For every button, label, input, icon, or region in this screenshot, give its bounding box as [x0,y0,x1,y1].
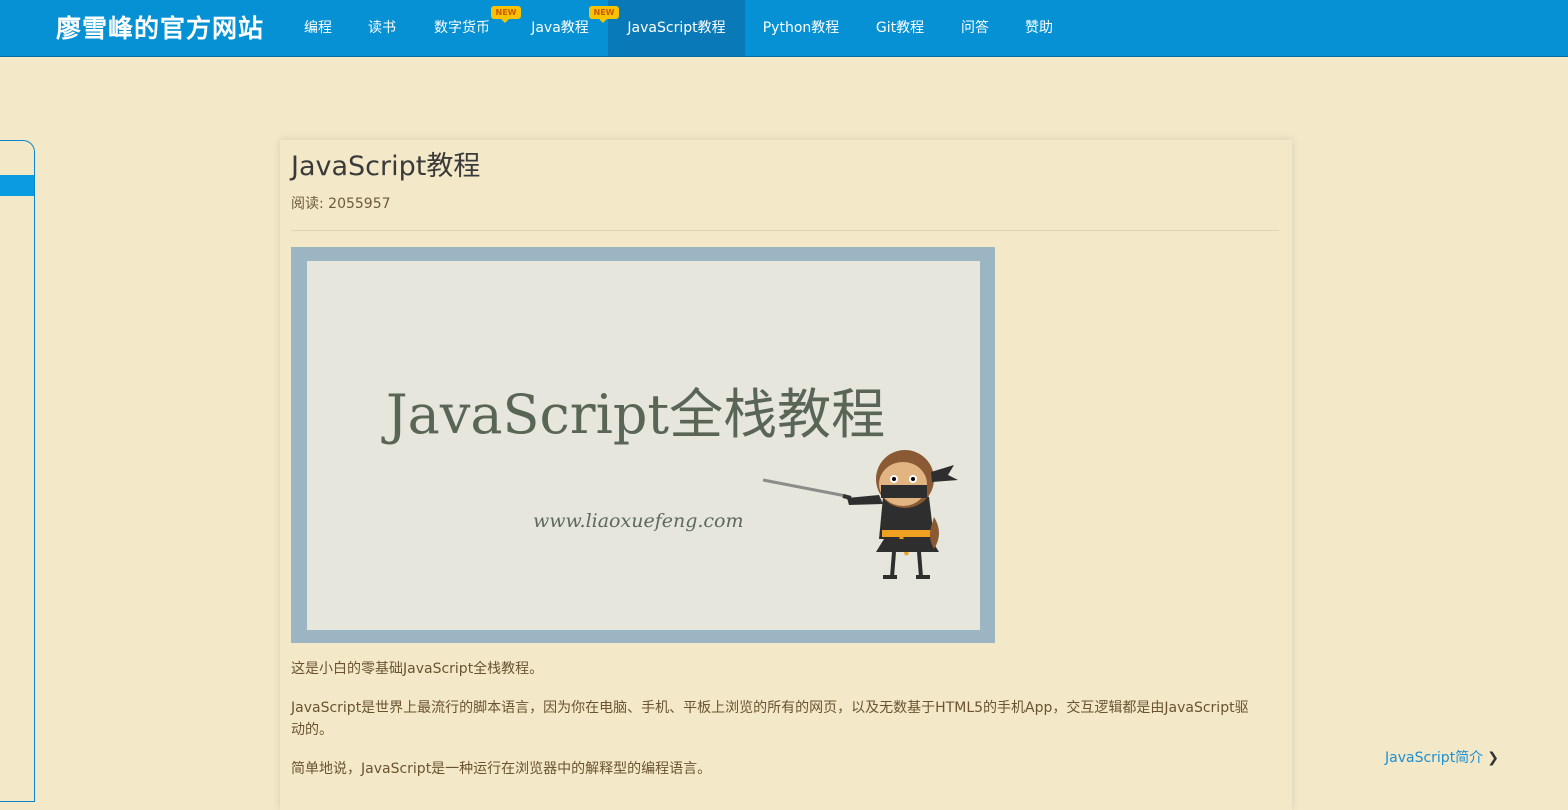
sidebar-active-indicator [0,175,34,196]
new-badge: NEW [589,6,619,23]
new-badge: NEW [491,6,521,23]
nav-item-git-tutorial[interactable]: Git教程 [864,0,936,56]
sidebar-toggle-panel[interactable] [0,140,35,802]
banner-image: JavaScript全栈教程 www.liaoxuefeng.com [291,247,995,643]
top-navigation-bar: 廖雪峰的官方网站 编程 读书 数字货币 Java教程 JavaScript教程 … [0,0,1568,57]
nav-item-qa[interactable]: 问答 [946,0,1004,56]
read-count: 阅读: 2055957 [291,196,391,212]
article-card: JavaScript教程 阅读: 2055957 JavaScript全栈教程 … [280,140,1292,810]
next-chapter-label: JavaScript简介 [1385,750,1484,766]
article-title: JavaScript教程 [291,151,481,182]
banner-heading: JavaScript全栈教程 [381,383,885,446]
nav-item-python-tutorial[interactable]: Python教程 [752,0,850,56]
chevron-right-icon: ❯ [1487,750,1499,766]
nav-item-javascript-tutorial[interactable]: JavaScript教程 [608,0,745,56]
intro-paragraph-2: JavaScript是世界上最流行的脚本语言，因为你在电脑、手机、平板上浏览的所… [291,700,1249,738]
nav-item-programming[interactable]: 编程 [288,0,348,56]
next-chapter-link[interactable]: JavaScript简介 ❯ [1385,747,1499,767]
intro-paragraph-3: 简单地说，JavaScript是一种运行在浏览器中的解释型的编程语言。 [291,761,712,777]
site-brand[interactable]: 廖雪峰的官方网站 [56,9,264,45]
nav-item-sponsor[interactable]: 赞助 [1010,0,1068,56]
nav-item-reading[interactable]: 读书 [352,0,412,56]
banner-url: www.liaoxuefeng.com [533,510,744,532]
divider [291,230,1279,231]
intro-paragraph-1: 这是小白的零基础JavaScript全栈教程。 [291,661,544,677]
